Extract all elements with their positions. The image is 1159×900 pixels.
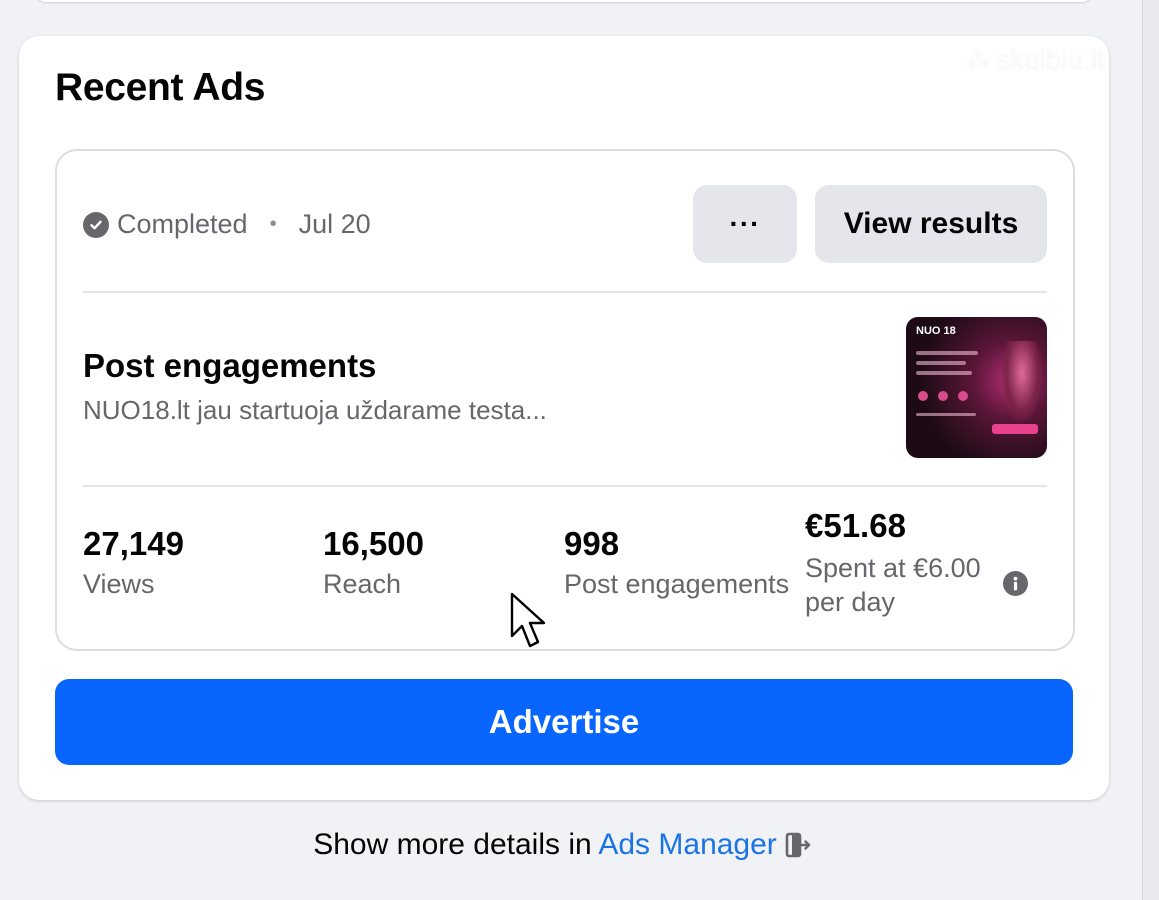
- status-label: Completed: [117, 209, 248, 239]
- more-options-button[interactable]: ···: [693, 185, 797, 263]
- watermark-logo-icon: ⁂: [966, 46, 990, 74]
- metric-label: Views: [83, 569, 155, 599]
- ad-status-row: Completed • Jul 20: [83, 209, 371, 240]
- info-icon[interactable]: [1003, 571, 1028, 596]
- thumbnail-cta: [992, 424, 1038, 434]
- thumbnail-text-line: [916, 413, 976, 416]
- thumbnail-text-line: [916, 351, 978, 355]
- metric-label: Reach: [323, 569, 402, 599]
- thumbnail-feature-icon: [918, 391, 928, 401]
- metric-value: €51.68: [805, 507, 906, 544]
- metric-views: 27,149 Views: [83, 525, 184, 600]
- thumbnail-text-line: [916, 361, 966, 365]
- previous-card: [36, 0, 1092, 2]
- ad-date: Jul 20: [298, 209, 371, 239]
- ad-summary-card: Completed • Jul 20 ··· View results Post…: [55, 149, 1075, 651]
- metric-label: Post engagements: [564, 569, 790, 599]
- thumbnail-feature-icon: [938, 391, 948, 401]
- ad-description: NUO18.lt jau startuoja uždarame testa...: [83, 395, 547, 425]
- metric-value: 27,149: [83, 525, 184, 562]
- view-results-button[interactable]: View results: [815, 185, 1047, 263]
- metric-post-engagements: 998 Post engagements: [564, 525, 789, 600]
- advertise-button[interactable]: Advertise: [55, 679, 1073, 765]
- watermark: ⁂ skelbiu.lt: [966, 44, 1105, 76]
- metric-reach: 16,500 Reach: [323, 525, 424, 600]
- page: Recent Ads Completed • Jul 20 ··· View r…: [0, 0, 1159, 900]
- metric-amount-spent: €51.68 Spent at €6.00 per day: [805, 507, 995, 619]
- watermark-text: skelbiu.lt: [996, 44, 1105, 75]
- metric-value: 16,500: [323, 525, 424, 562]
- divider: [83, 485, 1047, 487]
- thumbnail-text-line: [916, 371, 972, 375]
- external-link-icon[interactable]: [785, 832, 811, 866]
- separator-dot: •: [269, 213, 277, 235]
- thumbnail-logo: NUO 18: [916, 325, 956, 337]
- metric-value: 998: [564, 525, 620, 562]
- mouse-cursor-icon: [510, 592, 554, 657]
- thumbnail-figure: [1002, 341, 1042, 421]
- divider: [83, 291, 1047, 293]
- footer-text: Show more details in Ads Manager: [0, 828, 1124, 866]
- footer-prefix: Show more details in: [313, 828, 599, 861]
- thumbnail-feature-icon: [958, 391, 968, 401]
- check-circle-icon: [83, 211, 109, 238]
- recent-ads-card: Recent Ads Completed • Jul 20 ··· View r…: [19, 36, 1109, 800]
- metric-label: Spent at €6.00 per day: [805, 553, 981, 617]
- ad-thumbnail[interactable]: NUO 18: [906, 317, 1047, 458]
- ads-manager-link[interactable]: Ads Manager: [598, 828, 776, 861]
- card-title: Recent Ads: [55, 66, 266, 109]
- scrollbar-track[interactable]: [1142, 0, 1159, 900]
- ad-objective: Post engagements: [83, 347, 377, 384]
